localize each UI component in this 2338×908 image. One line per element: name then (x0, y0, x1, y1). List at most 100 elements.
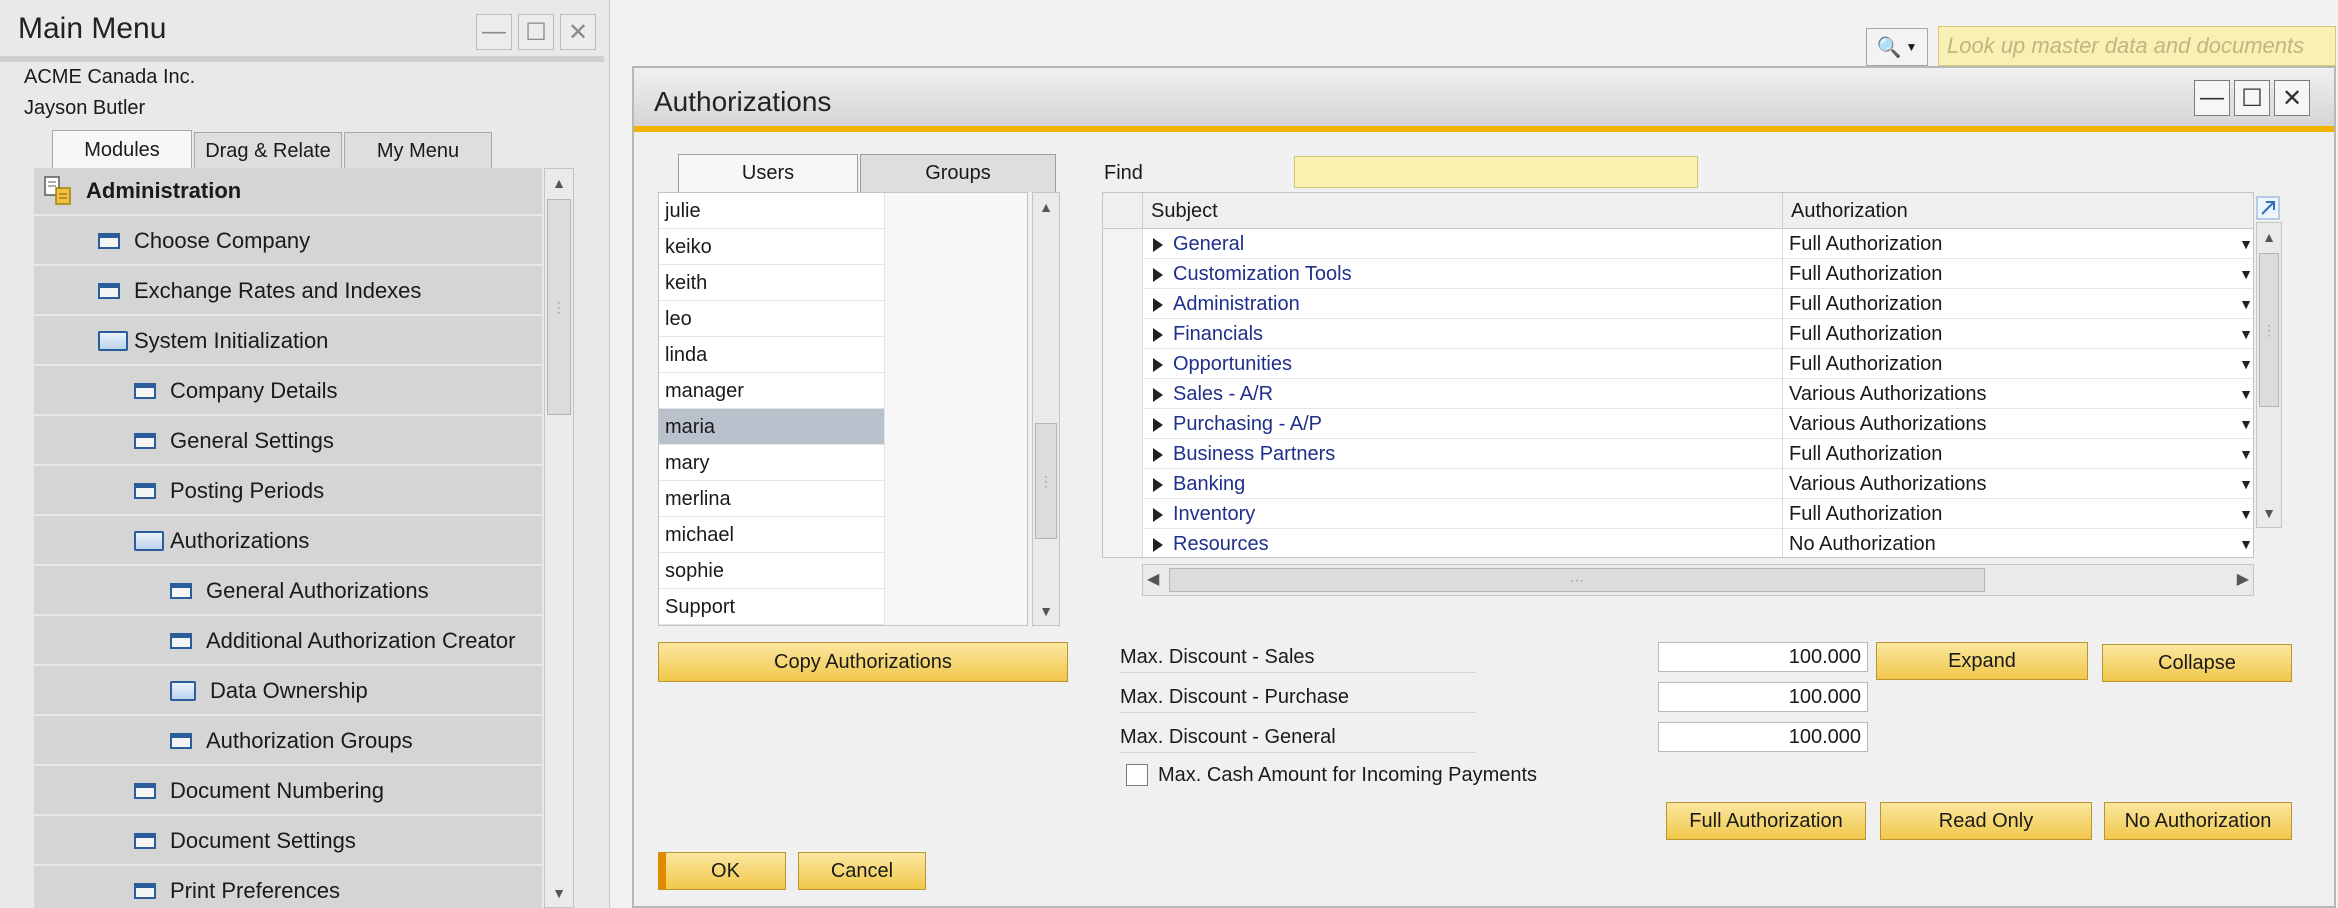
collapse-button[interactable]: Collapse (2102, 644, 2292, 682)
authorization-dropdown[interactable]: Full Authorization ▼ (1783, 289, 2253, 319)
table-row[interactable]: Banking Various Authorizations ▼ (1103, 469, 2253, 499)
scroll-up-icon[interactable]: ▲ (1033, 193, 1059, 221)
scroll-thumb[interactable]: ⋯ (1169, 568, 1985, 592)
authorization-dropdown[interactable]: Full Authorization ▼ (1783, 439, 2253, 469)
scroll-left-icon[interactable]: ◀ (1147, 569, 1159, 589)
subject-cell[interactable]: Financials (1143, 319, 1783, 349)
menu-item-system-initialization[interactable]: System Initialization (34, 318, 542, 366)
grid-horizontal-scrollbar[interactable]: ◀ ⋯ ▶ (1142, 564, 2254, 596)
scroll-thumb[interactable]: ⋮ (547, 199, 571, 415)
max-discount-general-input[interactable] (1658, 722, 1868, 752)
tab-users[interactable]: Users (678, 154, 858, 192)
user-row-leo[interactable]: leo (659, 301, 885, 337)
subject-cell[interactable]: Banking (1143, 469, 1783, 499)
cancel-button[interactable]: Cancel (798, 852, 926, 890)
row-selector[interactable] (1103, 469, 1143, 499)
expand-triangle-icon[interactable] (1153, 327, 1163, 342)
chevron-down-icon[interactable]: ▼ (2239, 229, 2253, 259)
row-selector[interactable] (1103, 229, 1143, 259)
table-row[interactable]: General Full Authorization ▼ (1103, 229, 2253, 259)
table-row[interactable]: Opportunities Full Authorization ▼ (1103, 349, 2253, 379)
row-selector[interactable] (1103, 529, 1143, 557)
column-subject[interactable]: Subject (1143, 193, 1783, 229)
subject-cell[interactable]: Sales - A/R (1143, 379, 1783, 409)
scroll-down-icon[interactable]: ▼ (545, 879, 573, 907)
scroll-up-icon[interactable]: ▲ (545, 169, 573, 197)
row-selector[interactable] (1103, 439, 1143, 469)
subject-cell[interactable]: General (1143, 229, 1783, 259)
table-row[interactable]: Inventory Full Authorization ▼ (1103, 499, 2253, 529)
authorization-dropdown[interactable]: No Authorization ▼ (1783, 529, 2253, 557)
chevron-down-icon[interactable]: ▼ (2239, 529, 2253, 557)
user-row-keith[interactable]: keith (659, 265, 885, 301)
subject-cell[interactable]: Opportunities (1143, 349, 1783, 379)
row-selector[interactable] (1103, 349, 1143, 379)
subject-cell[interactable]: Purchasing - A/P (1143, 409, 1783, 439)
search-button[interactable]: 🔍 ▼ (1866, 28, 1928, 66)
tab-drag-relate[interactable]: Drag & Relate (194, 132, 342, 170)
max-cash-checkbox[interactable] (1126, 764, 1148, 786)
row-selector[interactable] (1103, 259, 1143, 289)
chevron-down-icon[interactable]: ▼ (2239, 289, 2253, 319)
close-icon[interactable]: ✕ (2274, 80, 2310, 116)
max-discount-sales-input[interactable] (1658, 642, 1868, 672)
row-selector[interactable] (1103, 409, 1143, 439)
user-row-michael[interactable]: michael (659, 517, 885, 553)
table-row[interactable]: Resources No Authorization ▼ (1103, 529, 2253, 557)
scroll-down-icon[interactable]: ▼ (1033, 597, 1059, 625)
row-selector[interactable] (1103, 289, 1143, 319)
chevron-down-icon[interactable]: ▼ (2239, 439, 2253, 469)
menu-item-posting-periods[interactable]: Posting Periods (34, 468, 542, 516)
maximize-icon[interactable]: ☐ (518, 14, 554, 50)
expand-triangle-icon[interactable] (1153, 447, 1163, 462)
column-authorization[interactable]: Authorization (1783, 193, 2253, 229)
user-row-support[interactable]: Support (659, 589, 885, 625)
menu-item-choose-company[interactable]: Choose Company (34, 218, 542, 266)
search-input[interactable] (1938, 26, 2336, 66)
scroll-up-icon[interactable]: ▲ (2257, 223, 2281, 251)
chevron-down-icon[interactable]: ▼ (2239, 259, 2253, 289)
subject-cell[interactable]: Business Partners (1143, 439, 1783, 469)
authorization-dropdown[interactable]: Various Authorizations ▼ (1783, 409, 2253, 439)
scroll-thumb[interactable]: ⋮ (1035, 423, 1057, 539)
menu-item-document-numbering[interactable]: Document Numbering (34, 768, 542, 816)
expand-triangle-icon[interactable] (1153, 267, 1163, 282)
expand-triangle-icon[interactable] (1153, 387, 1163, 402)
expand-triangle-icon[interactable] (1153, 477, 1163, 492)
user-row-merlina[interactable]: merlina (659, 481, 885, 517)
scroll-right-icon[interactable]: ▶ (2237, 569, 2249, 589)
authorization-dropdown[interactable]: Full Authorization ▼ (1783, 259, 2253, 289)
user-row-mary[interactable]: mary (659, 445, 885, 481)
expand-triangle-icon[interactable] (1153, 417, 1163, 432)
menu-item-exchange-rates[interactable]: Exchange Rates and Indexes (34, 268, 542, 316)
user-row-linda[interactable]: linda (659, 337, 885, 373)
menu-item-additional-authorization-creator[interactable]: Additional Authorization Creator (34, 618, 542, 666)
tab-my-menu[interactable]: My Menu (344, 132, 492, 170)
row-selector[interactable] (1103, 499, 1143, 529)
authorization-dropdown[interactable]: Full Authorization ▼ (1783, 349, 2253, 379)
menu-item-authorization-groups[interactable]: Authorization Groups (34, 718, 542, 766)
expand-arrow-icon[interactable] (2256, 196, 2280, 220)
user-row-maria[interactable]: maria (659, 409, 885, 445)
read-only-button[interactable]: Read Only (1880, 802, 2092, 840)
menu-item-general-settings[interactable]: General Settings (34, 418, 542, 466)
chevron-down-icon[interactable]: ▼ (2239, 349, 2253, 379)
tab-modules[interactable]: Modules (52, 130, 192, 170)
table-row[interactable]: Customization Tools Full Authorization ▼ (1103, 259, 2253, 289)
menu-item-authorizations[interactable]: Authorizations (34, 518, 542, 566)
user-list-scrollbar[interactable]: ▲ ⋮ ▼ (1032, 192, 1060, 626)
menu-item-company-details[interactable]: Company Details (34, 368, 542, 416)
max-discount-purchase-input[interactable] (1658, 682, 1868, 712)
table-row[interactable]: Administration Full Authorization ▼ (1103, 289, 2253, 319)
expand-button[interactable]: Expand (1876, 642, 2088, 680)
row-selector[interactable] (1103, 379, 1143, 409)
expand-triangle-icon[interactable] (1153, 537, 1163, 552)
ok-button[interactable]: OK (658, 852, 786, 890)
main-menu-scrollbar[interactable]: ▲ ⋮ ▼ (544, 168, 574, 908)
subject-cell[interactable]: Inventory (1143, 499, 1783, 529)
chevron-down-icon[interactable]: ▼ (2239, 379, 2253, 409)
copy-authorizations-button[interactable]: Copy Authorizations (658, 642, 1068, 682)
authorization-dropdown[interactable]: Various Authorizations ▼ (1783, 469, 2253, 499)
table-row[interactable]: Sales - A/R Various Authorizations ▼ (1103, 379, 2253, 409)
minimize-icon[interactable]: — (476, 14, 512, 50)
